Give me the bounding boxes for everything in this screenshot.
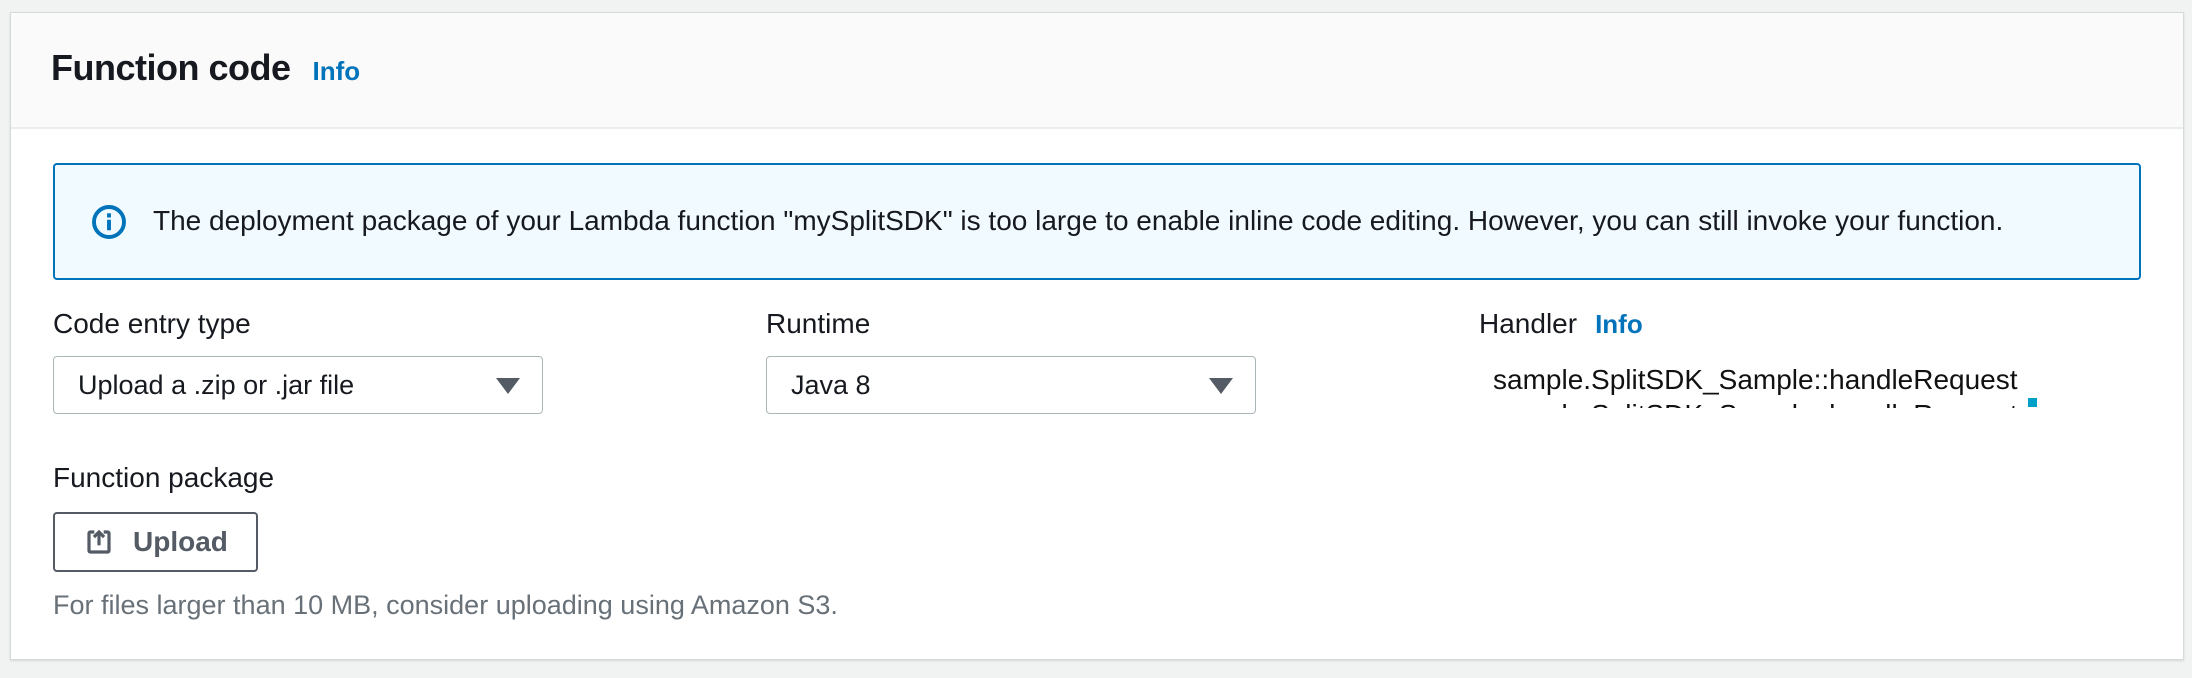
handler-value[interactable]: sample.SplitSDK_Sample::handleRequest <box>1479 364 2141 396</box>
handler-label-row: Handler Info <box>1479 308 2141 340</box>
runtime-value: Java 8 <box>791 370 871 401</box>
runtime-label: Runtime <box>766 308 1479 340</box>
code-entry-type-label: Code entry type <box>53 308 766 340</box>
upload-helper-text: For files larger than 10 MB, consider up… <box>53 590 2141 621</box>
code-entry-type-select[interactable]: Upload a .zip or .jar file <box>53 356 543 414</box>
panel-info-link[interactable]: Info <box>313 56 361 87</box>
runtime-select[interactable]: Java 8 <box>766 356 1256 414</box>
cursor-artifact <box>2028 398 2037 407</box>
handler-field: Handler Info sample.SplitSDK_Sample::han… <box>1479 308 2141 414</box>
upload-button-label: Upload <box>133 526 228 558</box>
caret-down-icon <box>1209 378 1233 394</box>
panel-header: Function code Info <box>11 13 2183 129</box>
function-package-section: Function package Upload For files larger… <box>53 462 2141 621</box>
handler-label: Handler <box>1479 308 1577 340</box>
panel-title: Function code <box>51 47 291 89</box>
runtime-field: Runtime Java 8 <box>766 308 1479 414</box>
info-circle-icon <box>91 204 127 240</box>
code-entry-type-value: Upload a .zip or .jar file <box>78 370 354 401</box>
handler-clipped-artifact: sample.SplitSDK_Sample::handleRequest <box>1479 398 2141 408</box>
function-package-label: Function package <box>53 462 2141 494</box>
panel-body: The deployment package of your Lambda fu… <box>11 163 2183 621</box>
upload-icon <box>83 526 115 558</box>
upload-button[interactable]: Upload <box>53 512 258 572</box>
info-alert: The deployment package of your Lambda fu… <box>53 163 2141 280</box>
caret-down-icon <box>496 378 520 394</box>
alert-message: The deployment package of your Lambda fu… <box>153 203 2003 239</box>
function-code-panel: Function code Info The deployment packag… <box>10 12 2184 660</box>
code-settings-row: Code entry type Upload a .zip or .jar fi… <box>53 308 2141 414</box>
handler-info-link[interactable]: Info <box>1595 309 1643 340</box>
code-entry-type-field: Code entry type Upload a .zip or .jar fi… <box>53 308 766 414</box>
